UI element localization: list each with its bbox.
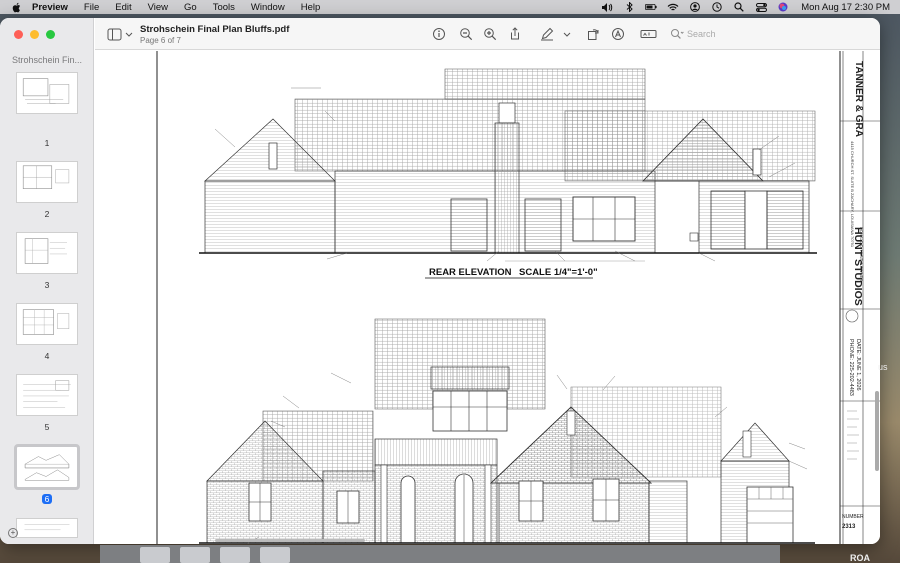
- sheet-number-label: NUMBER: [842, 514, 864, 520]
- page-number-label: 2: [44, 209, 50, 219]
- menu-file[interactable]: File: [84, 2, 99, 13]
- control-center-icon[interactable]: [755, 2, 767, 12]
- title-block: TANNER & GRA 4415 CHURCH ST. SUITE B ZAC…: [840, 51, 880, 544]
- markup-pen-icon[interactable]: [540, 27, 554, 41]
- page-indicator: Page 6 of 7: [140, 36, 181, 45]
- minimize-window-button[interactable]: [30, 30, 39, 39]
- firm-name: TANNER & GRA: [853, 61, 864, 137]
- siri-icon[interactable]: [777, 2, 789, 12]
- sidebar-toggle-icon[interactable]: [107, 28, 135, 42]
- background-thumbnail: [180, 547, 210, 563]
- zoom-window-button[interactable]: [46, 30, 55, 39]
- page-number-label: 3: [44, 280, 50, 290]
- page-number-label-selected: 6: [16, 494, 78, 504]
- menu-help[interactable]: Help: [301, 2, 321, 13]
- apple-icon[interactable]: [12, 2, 22, 13]
- front-elevation: [199, 318, 815, 544]
- menu-app-preview[interactable]: Preview: [32, 2, 68, 13]
- page-thumbnail-5[interactable]: [16, 374, 78, 416]
- user-account-icon[interactable]: [689, 2, 701, 12]
- studio-logo-icon: [845, 309, 859, 323]
- annotate-icon[interactable]: [611, 27, 625, 41]
- rotate-icon[interactable]: [586, 27, 600, 41]
- close-window-button[interactable]: [14, 30, 23, 39]
- page-number-label: 1: [44, 138, 50, 148]
- rear-elevation-title: REAR ELEVATION: [429, 267, 512, 278]
- background-thumbnail: [220, 547, 250, 563]
- share-icon[interactable]: [508, 27, 522, 41]
- drawing-date: DATE: JUNE 1, 2026: [855, 339, 861, 391]
- info-icon[interactable]: [432, 27, 446, 41]
- page-number-label: 4: [44, 351, 50, 361]
- page-thumbnail-2[interactable]: [16, 161, 78, 203]
- menu-edit[interactable]: Edit: [115, 2, 131, 13]
- background-thumbnail: [260, 547, 290, 563]
- document-title: Strohschein Final Plan Bluffs.pdf: [140, 24, 290, 35]
- background-text: us: [878, 362, 888, 372]
- zoom-out-icon[interactable]: [459, 27, 473, 41]
- volume-icon[interactable]: [601, 2, 613, 12]
- vertical-scrollbar[interactable]: [875, 391, 879, 471]
- page-thumbnail-7[interactable]: [16, 518, 78, 538]
- selected-page-badge: 6: [41, 494, 53, 504]
- menu-go[interactable]: Go: [184, 2, 197, 13]
- page-thumbnail-4[interactable]: [16, 303, 78, 345]
- sidebar-document-title: Strohschein Fin...: [12, 55, 83, 65]
- battery-icon[interactable]: [645, 2, 657, 12]
- page-number-label: 5: [44, 422, 50, 432]
- menu-view[interactable]: View: [148, 2, 168, 13]
- search-icon: [671, 29, 684, 39]
- menu-tools[interactable]: Tools: [213, 2, 235, 13]
- search-spotlight-icon[interactable]: [733, 2, 745, 12]
- search-field[interactable]: Search: [670, 26, 770, 42]
- window-controls: [14, 30, 55, 39]
- page-thumbnail-1[interactable]: [16, 72, 78, 114]
- add-page-button[interactable]: +: [8, 528, 18, 538]
- chevron-down-icon[interactable]: [562, 27, 572, 41]
- menubar-clock[interactable]: Mon Aug 17 2:30 PM: [801, 2, 890, 13]
- document-view[interactable]: REAR ELEVATION SCALE 1/4"=1'-0" TANNER &…: [95, 51, 880, 544]
- page-thumbnail-6[interactable]: [14, 444, 80, 490]
- menu-window[interactable]: Window: [251, 2, 285, 13]
- page-thumbnail-3[interactable]: [16, 232, 78, 274]
- background-thumbnail: [140, 547, 170, 563]
- toolbar: Strohschein Final Plan Bluffs.pdf Page 6…: [95, 18, 880, 50]
- form-fill-icon[interactable]: [640, 27, 658, 41]
- horizontal-scrollbar[interactable]: [215, 539, 365, 542]
- preview-window: Strohschein Fin... 1 2 3 4 5 6 + Strohsc…: [0, 18, 880, 544]
- background-window-strip: [100, 545, 780, 563]
- zoom-in-icon[interactable]: [483, 27, 497, 41]
- menu-bar: Preview File Edit View Go Tools Window H…: [0, 0, 900, 14]
- studio-subtitle: DONALD D. HUNT & OWNER: [859, 227, 864, 281]
- rear-elevation: REAR ELEVATION SCALE 1/4"=1'-0": [199, 68, 817, 279]
- search-placeholder: Search: [687, 29, 716, 39]
- studio-phone: PHONE: 225-202-4483: [848, 339, 854, 396]
- time-machine-icon[interactable]: [711, 2, 723, 12]
- rear-elevation-scale: SCALE 1/4"=1'-0": [519, 267, 598, 278]
- elevation-drawing: REAR ELEVATION SCALE 1/4"=1'-0" TANNER &…: [156, 51, 880, 544]
- background-text-bottom: ROA: [850, 553, 870, 563]
- sheet-number: 2313: [842, 524, 856, 530]
- thumbnail-sidebar: Strohschein Fin... 1 2 3 4 5 6 +: [0, 18, 94, 544]
- bluetooth-icon[interactable]: [623, 2, 635, 12]
- wifi-icon[interactable]: [667, 2, 679, 12]
